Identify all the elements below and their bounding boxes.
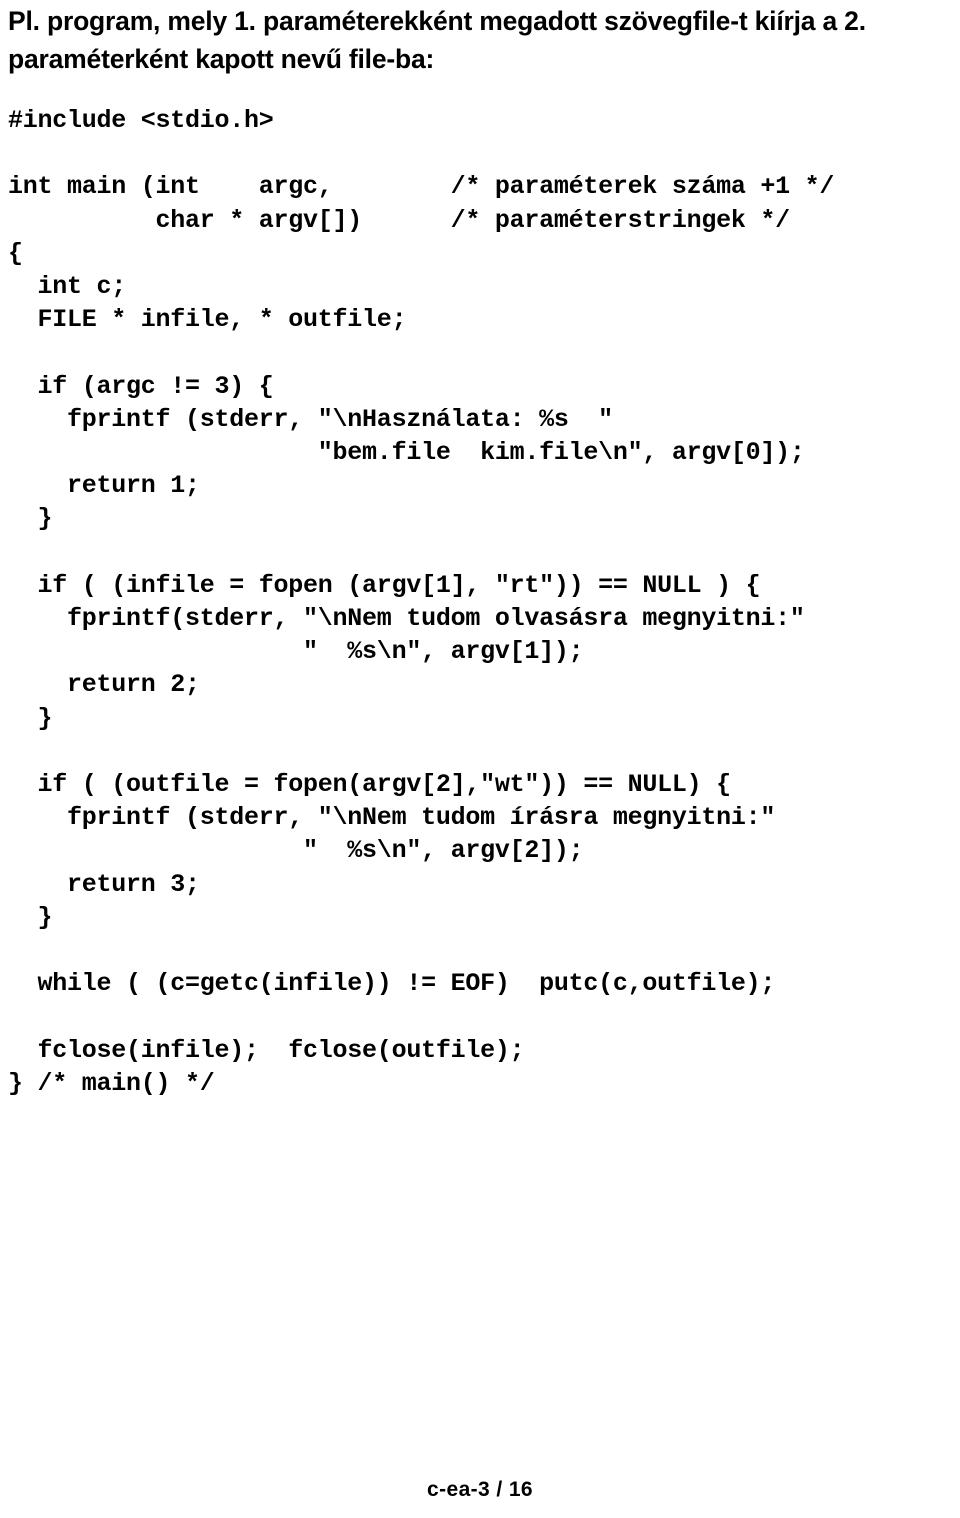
code-line: if (argc != 3) { bbox=[8, 371, 274, 401]
code-line: if ( (outfile = fopen(argv[2],"wt")) == … bbox=[8, 770, 732, 800]
page-footer: c-ea-3 / 16 bbox=[427, 1478, 533, 1501]
page-title-line-1: Pl. program, mely 1. paraméterekként meg… bbox=[8, 6, 866, 36]
code-line: return 2; bbox=[8, 670, 200, 700]
code-line: " %s\n", argv[1]); bbox=[8, 637, 584, 667]
code-line: return 3; bbox=[8, 869, 200, 899]
code-line: #include <stdio.h> bbox=[8, 106, 274, 135]
code-line: if ( (infile = fopen (argv[1], "rt")) ==… bbox=[8, 570, 761, 600]
code-block: #include <stdio.h> int main (int argc, /… bbox=[8, 104, 956, 1100]
page-title: Pl. program, mely 1. paraméterekként meg… bbox=[8, 2, 952, 78]
code-line: while ( (c=getc(infile)) != EOF) putc(c,… bbox=[8, 969, 776, 999]
code-line: } bbox=[8, 902, 53, 932]
code-line: { bbox=[8, 238, 23, 268]
code-line: fprintf (stderr, "\nHasználata: %s " bbox=[8, 404, 613, 434]
code-line: } /* main() */ bbox=[8, 1068, 215, 1098]
page-title-line-2: paraméterként kapott nevű file-ba: bbox=[8, 44, 435, 74]
code-line: "bem.file kim.file\n", argv[0]); bbox=[8, 438, 805, 468]
code-line: FILE * infile, * outfile; bbox=[8, 305, 407, 335]
code-line: int main (int argc, /* paraméterek száma… bbox=[8, 172, 835, 202]
code-line: " %s\n", argv[2]); bbox=[8, 836, 584, 866]
slide-page: Pl. program, mely 1. paraméterekként meg… bbox=[0, 0, 960, 1518]
code-line: } bbox=[8, 504, 53, 534]
code-line: } bbox=[8, 703, 53, 733]
code-line: fprintf(stderr, "\nNem tudom olvasásra m… bbox=[8, 604, 805, 634]
code-line: return 1; bbox=[8, 471, 200, 501]
code-line: char * argv[]) /* paraméterstringek */ bbox=[8, 205, 791, 235]
code-line: int c; bbox=[8, 272, 127, 302]
code-line: fclose(infile); fclose(outfile); bbox=[8, 1035, 525, 1065]
code-line: fprintf (stderr, "\nNem tudom írásra meg… bbox=[8, 803, 776, 833]
